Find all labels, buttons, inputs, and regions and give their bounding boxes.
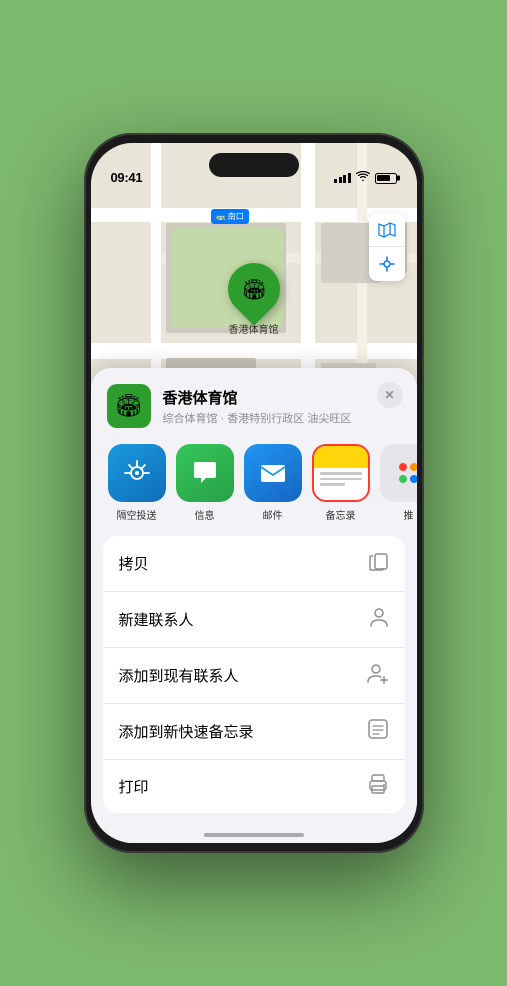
pin-circle: 🏟	[217, 252, 291, 326]
notes-line-3	[320, 483, 345, 486]
notes-label: 备忘录	[326, 507, 356, 522]
home-bar	[204, 833, 304, 837]
phone-screen: 09:41	[91, 143, 417, 843]
road-label: 🚌 南口	[211, 209, 249, 224]
person-add-icon	[367, 662, 389, 689]
notes-line-1	[320, 472, 362, 475]
share-app-more[interactable]: 推	[379, 444, 417, 522]
share-row: 隔空投送 信息	[91, 438, 417, 536]
battery-fill	[377, 175, 390, 181]
share-app-mail[interactable]: 邮件	[243, 444, 303, 522]
more-dots-row1	[399, 463, 417, 471]
phone-frame: 09:41	[84, 133, 424, 853]
signal-bar-2	[339, 177, 342, 183]
quick-note-icon	[367, 718, 389, 745]
copy-icon	[369, 550, 389, 577]
share-app-airdrop[interactable]: 隔空投送	[107, 444, 167, 522]
dot-red	[399, 463, 407, 471]
airdrop-label: 隔空投送	[117, 507, 157, 522]
action-print-label: 打印	[119, 776, 149, 797]
map-controls	[369, 213, 405, 281]
signal-bar-3	[343, 175, 346, 183]
venue-icon: 🏟	[107, 384, 151, 428]
dynamic-island	[209, 153, 299, 177]
mail-icon	[244, 444, 302, 502]
road-label-text: 南口	[228, 212, 244, 221]
notes-yellow-top	[314, 446, 368, 468]
airdrop-icon	[108, 444, 166, 502]
venue-name: 香港体育馆	[163, 387, 401, 408]
more-dots-row2	[399, 475, 417, 483]
person-icon	[369, 606, 389, 633]
share-app-notes[interactable]: 备忘录	[311, 444, 371, 522]
dot-blue	[410, 475, 417, 483]
close-button[interactable]: ✕	[377, 382, 403, 408]
action-add-contact[interactable]: 添加到现有联系人	[103, 648, 405, 704]
action-list: 拷贝 新建联系人	[103, 536, 405, 813]
dot-orange	[410, 463, 417, 471]
bottom-sheet: 🏟 香港体育馆 综合体育馆 · 香港特别行政区 油尖旺区 ✕	[91, 368, 417, 843]
message-label: 信息	[195, 507, 215, 522]
notes-lines	[314, 468, 368, 490]
action-new-contact-label: 新建联系人	[119, 609, 194, 630]
status-icons	[334, 171, 397, 185]
message-icon	[176, 444, 234, 502]
action-quick-note[interactable]: 添加到新快速备忘录	[103, 704, 405, 760]
status-time: 09:41	[111, 170, 143, 185]
wifi-icon	[356, 171, 370, 185]
action-copy[interactable]: 拷贝	[103, 536, 405, 592]
map-type-button[interactable]	[369, 213, 405, 247]
dot-green	[399, 475, 407, 483]
more-icon	[380, 444, 417, 502]
venue-subtitle: 综合体育馆 · 香港特别行政区 油尖旺区	[163, 410, 401, 426]
battery-icon	[375, 173, 397, 184]
location-pin: 🏟 香港体育馆	[228, 263, 280, 336]
notes-line-2	[320, 478, 362, 481]
action-print[interactable]: 打印	[103, 760, 405, 813]
share-app-message[interactable]: 信息	[175, 444, 235, 522]
action-quick-note-label: 添加到新快速备忘录	[119, 721, 254, 742]
road-h3	[91, 343, 417, 359]
printer-icon	[367, 774, 389, 799]
road-label-prefix: 🚌	[216, 212, 226, 221]
road-h1	[91, 208, 417, 222]
action-copy-label: 拷贝	[119, 553, 149, 574]
signal-bars-icon	[334, 173, 351, 183]
action-new-contact[interactable]: 新建联系人	[103, 592, 405, 648]
signal-bar-4	[348, 173, 351, 183]
location-button[interactable]	[369, 247, 405, 281]
signal-bar-1	[334, 179, 337, 183]
mail-label: 邮件	[263, 507, 283, 522]
notes-icon	[312, 444, 370, 502]
venue-info: 香港体育馆 综合体育馆 · 香港特别行政区 油尖旺区	[163, 387, 401, 426]
action-add-contact-label: 添加到现有联系人	[119, 665, 239, 686]
more-label: 推	[404, 507, 414, 522]
sheet-header: 🏟 香港体育馆 综合体育馆 · 香港特别行政区 油尖旺区 ✕	[91, 368, 417, 438]
pin-inner-icon: 🏟	[241, 277, 266, 302]
home-indicator	[91, 813, 417, 843]
notes-icon-content	[314, 446, 368, 500]
